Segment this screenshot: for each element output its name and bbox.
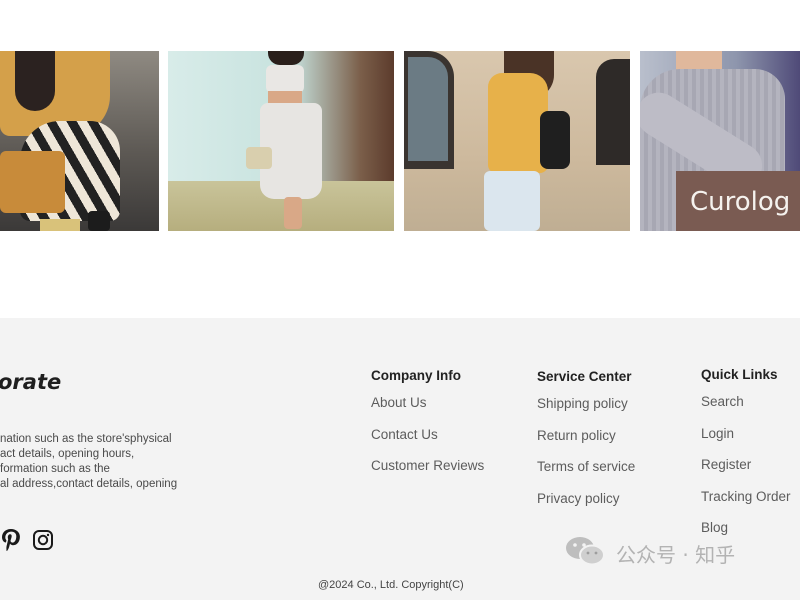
site-footer: orate nation such as the store'sphysical… xyxy=(0,318,800,600)
about-line: nation such as the store'sphysical xyxy=(0,433,172,445)
pinterest-icon[interactable] xyxy=(0,528,22,556)
footer-link-shipping-policy[interactable]: Shipping policy xyxy=(537,394,635,426)
footer-column-quick-links: Quick Links Search Login Register Tracki… xyxy=(701,367,791,550)
gallery-photo-3[interactable] xyxy=(404,51,630,231)
photo-figure-hair xyxy=(15,51,55,111)
photo-road-line xyxy=(40,219,80,231)
photo-jeans xyxy=(484,171,540,231)
about-line: act details, opening hours, xyxy=(0,448,135,460)
social-links xyxy=(0,528,54,556)
footer-link-tracking-order[interactable]: Tracking Order xyxy=(701,487,791,519)
footer-link-terms-of-service[interactable]: Terms of service xyxy=(537,457,635,489)
watermark: 公众号 · 知乎 xyxy=(564,534,735,572)
photo-handbag xyxy=(0,151,65,213)
wechat-icon xyxy=(564,534,608,572)
footer-link-search[interactable]: Search xyxy=(701,392,791,424)
photo-shoe xyxy=(88,211,110,231)
photo-tote-print: Curolog xyxy=(690,187,791,217)
footer-link-contact-us[interactable]: Contact Us xyxy=(371,425,484,457)
photo-window-right xyxy=(596,59,630,165)
page: Curolog orate nation such as the store's… xyxy=(0,0,800,600)
column-heading-service: Service Center xyxy=(537,369,632,384)
photo-handbag xyxy=(246,147,272,169)
photo-window-left-glass xyxy=(408,57,448,161)
photo-backpack xyxy=(540,111,570,169)
photo-figure-shirt xyxy=(488,73,548,173)
photo-figure-top xyxy=(266,65,304,93)
column-heading-company: Company Info xyxy=(371,368,461,383)
gallery-photo-4[interactable]: Curolog xyxy=(640,51,800,231)
footer-link-privacy-policy[interactable]: Privacy policy xyxy=(537,489,635,521)
photo-figure-hair xyxy=(268,51,304,65)
footer-link-login[interactable]: Login xyxy=(701,424,791,456)
about-line: formation such as the xyxy=(0,463,110,475)
photo-legs xyxy=(284,197,302,229)
footer-link-return-policy[interactable]: Return policy xyxy=(537,426,635,458)
footer-link-about-us[interactable]: About Us xyxy=(371,393,484,425)
footer-link-customer-reviews[interactable]: Customer Reviews xyxy=(371,456,484,488)
photo-gallery: Curolog xyxy=(0,0,800,318)
footer-column-service: Service Center Shipping policy Return po… xyxy=(537,369,635,520)
footer-brand[interactable]: orate xyxy=(0,370,61,394)
footer-column-company: Company Info About Us Contact Us Custome… xyxy=(371,368,484,488)
about-line: al address,contact details, opening xyxy=(0,478,178,490)
instagram-icon[interactable] xyxy=(32,529,54,555)
gallery-photo-2[interactable] xyxy=(168,51,394,231)
watermark-text: 公众号 · 知乎 xyxy=(616,542,736,567)
copyright-text: @2024 Co., Ltd. Copyright(C) xyxy=(318,579,464,591)
column-heading-quick-links: Quick Links xyxy=(701,367,778,382)
gallery-photo-1[interactable] xyxy=(0,51,159,231)
footer-link-register[interactable]: Register xyxy=(701,455,791,487)
footer-about-text: nation such as the store'sphysical act d… xyxy=(0,432,200,492)
